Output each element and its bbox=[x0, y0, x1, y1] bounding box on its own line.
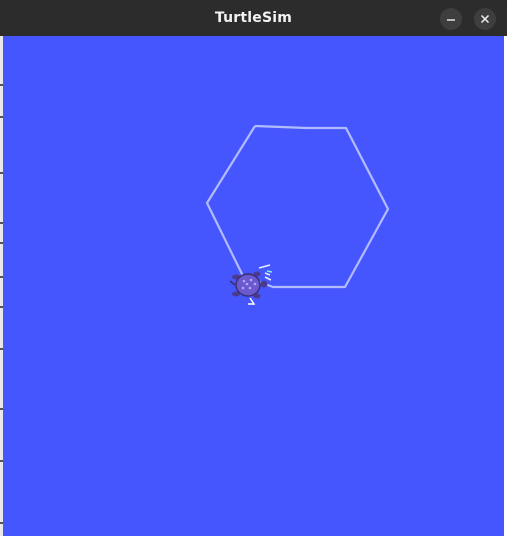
minimize-icon bbox=[447, 19, 455, 21]
minimize-button[interactable] bbox=[440, 8, 462, 30]
title-bar[interactable]: TurtleSim bbox=[0, 0, 507, 36]
drawing-surface bbox=[205, 124, 390, 305]
pen-trail-hexagon bbox=[205, 124, 390, 289]
turtlesim-window: TurtleSim bbox=[0, 0, 507, 536]
turtle-canvas[interactable] bbox=[3, 36, 504, 536]
turtle-icon[interactable] bbox=[229, 264, 273, 305]
close-icon bbox=[480, 14, 490, 24]
window-title: TurtleSim bbox=[214, 10, 293, 26]
close-button[interactable] bbox=[474, 8, 496, 30]
